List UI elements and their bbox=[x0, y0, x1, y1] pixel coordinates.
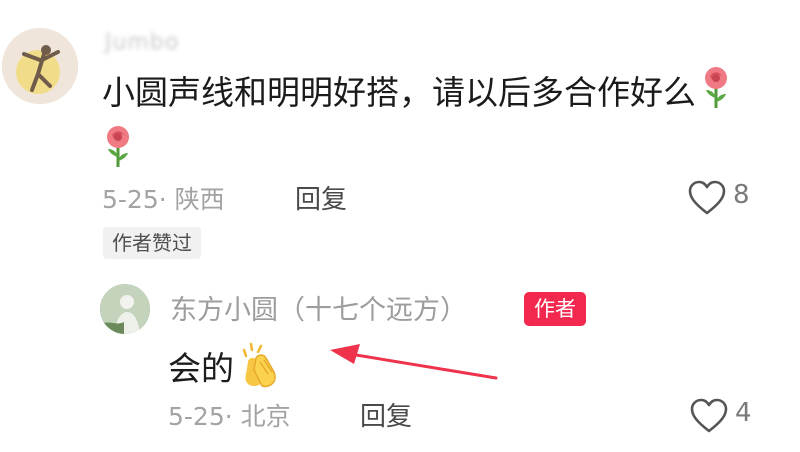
heart-icon bbox=[690, 398, 728, 438]
reply-text: 会的 bbox=[168, 342, 284, 399]
reply-like-count: 4 bbox=[735, 398, 752, 428]
annotation-arrow bbox=[330, 344, 498, 380]
rose-icon bbox=[102, 125, 134, 184]
reply-username[interactable]: 东方小圆（十七个远方） bbox=[170, 288, 467, 327]
heart-icon bbox=[688, 180, 726, 220]
author-badge: 作者 bbox=[524, 292, 586, 326]
reply-like-button[interactable]: 4 bbox=[690, 398, 790, 434]
comment-date-location: 5-25· 陕西 bbox=[102, 185, 225, 214]
comment-text: 小圆声线和明明好搭，请以后多合作好么 bbox=[102, 66, 792, 184]
comment-like-count: 8 bbox=[733, 180, 750, 210]
rose-icon bbox=[700, 66, 732, 125]
comment-reply-button[interactable]: 回复 bbox=[295, 179, 347, 216]
reply-reply-button[interactable]: 回复 bbox=[360, 396, 412, 433]
commenter-username[interactable]: Jumbo bbox=[105, 30, 179, 55]
comment-body: 小圆声线和明明好搭，请以后多合作好么 bbox=[102, 73, 696, 112]
comment-like-button[interactable]: 8 bbox=[688, 180, 788, 216]
reply-date-location: 5-25· 北京 bbox=[168, 402, 291, 431]
commenter-avatar[interactable] bbox=[2, 28, 78, 104]
reply-body: 会的 bbox=[168, 349, 234, 388]
clapping-hands-icon bbox=[238, 342, 284, 399]
author-liked-tag: 作者赞过 bbox=[103, 227, 201, 259]
reply-avatar[interactable] bbox=[100, 284, 150, 334]
